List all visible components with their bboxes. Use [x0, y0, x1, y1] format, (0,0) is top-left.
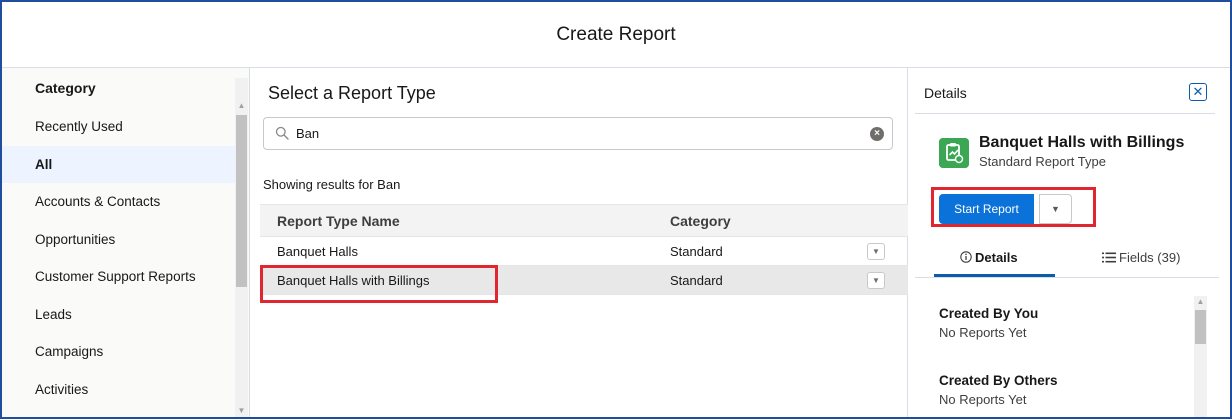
category-item-leads[interactable]: Leads: [2, 296, 235, 334]
tab-fields-label: Fields (39): [1119, 250, 1181, 265]
created-by-you-section: Created By You No Reports Yet: [939, 306, 1038, 340]
report-type-heading: Select a Report Type: [268, 83, 436, 103]
scroll-up-arrow-icon[interactable]: ▲: [235, 100, 248, 112]
created-by-you-heading: Created By You: [939, 306, 1039, 321]
created-by-others-value: No Reports Yet: [939, 392, 1027, 407]
tab-fields[interactable]: Fields (39): [1102, 238, 1180, 278]
category-item-campaigns[interactable]: Campaigns: [2, 333, 235, 371]
highlight-start-report: [931, 187, 1096, 227]
category-item-activities[interactable]: Activities: [2, 371, 235, 409]
details-scrollbar[interactable]: ▲: [1194, 296, 1207, 417]
report-type-category: Standard: [670, 244, 723, 259]
details-tabs: Details Fields (39): [915, 238, 1219, 278]
report-type-icon: [939, 138, 969, 168]
search-icon: [275, 126, 289, 140]
table-header: Report Type Name Category: [260, 204, 908, 237]
report-type-title: Banquet Halls with Billings: [979, 134, 1185, 151]
scroll-up-arrow-icon[interactable]: ▲: [1194, 296, 1207, 308]
report-type-search: ×: [263, 117, 893, 150]
report-type-panel: Select a Report Type × Showing results f…: [250, 68, 908, 417]
category-heading: Category: [35, 80, 96, 96]
scrollbar-thumb[interactable]: [236, 115, 247, 287]
create-report-modal: Create Report Category Recently Used All…: [0, 0, 1232, 419]
scroll-down-arrow-icon[interactable]: ▼: [235, 405, 248, 417]
category-item-all[interactable]: All: [2, 145, 235, 183]
search-input[interactable]: [296, 118, 856, 149]
row-actions-chevron-down-icon[interactable]: ▼: [867, 243, 885, 260]
category-scrollbar[interactable]: ▲ ▼: [235, 78, 248, 417]
details-header: Details ✕: [915, 68, 1215, 114]
info-icon: [960, 251, 972, 263]
report-type-category: Standard: [670, 273, 723, 288]
column-header-category[interactable]: Category: [670, 205, 731, 238]
results-text: Showing results for Ban: [263, 177, 401, 192]
category-item-recently-used[interactable]: Recently Used: [2, 108, 235, 146]
category-item-opportunities[interactable]: Opportunities: [2, 221, 235, 259]
category-panel: Category Recently Used All Accounts & Co…: [2, 68, 250, 417]
column-header-name[interactable]: Report Type Name: [277, 205, 400, 238]
tab-details[interactable]: Details: [960, 238, 1018, 278]
close-icon[interactable]: ✕: [1189, 83, 1207, 101]
scrollbar-thumb[interactable]: [1195, 310, 1206, 344]
details-title: Details: [924, 85, 967, 101]
category-item-accounts-contacts[interactable]: Accounts & Contacts: [2, 183, 235, 221]
modal-title: Create Report: [556, 23, 676, 45]
active-tab-indicator: [934, 274, 1055, 277]
created-by-others-section: Created By Others No Reports Yet: [939, 373, 1058, 407]
clear-search-icon[interactable]: ×: [870, 127, 884, 141]
created-by-others-heading: Created By Others: [939, 373, 1058, 388]
report-type-subtitle: Standard Report Type: [979, 154, 1106, 169]
modal-header: Create Report: [2, 2, 1230, 68]
category-item-customer-support-reports[interactable]: Customer Support Reports: [2, 258, 235, 296]
list-icon: [1102, 252, 1116, 263]
highlight-selected-report-type: [260, 265, 498, 303]
row-actions-chevron-down-icon[interactable]: ▼: [867, 272, 885, 289]
table-row[interactable]: Banquet Halls Standard ▼: [260, 237, 908, 266]
created-by-you-value: No Reports Yet: [939, 325, 1027, 340]
report-type-name: Banquet Halls: [277, 244, 358, 259]
category-list: Recently Used All Accounts & Contacts Op…: [2, 108, 235, 408]
details-panel: Details ✕ Banquet Halls with Billings St…: [908, 68, 1230, 417]
tab-details-label: Details: [975, 250, 1018, 265]
